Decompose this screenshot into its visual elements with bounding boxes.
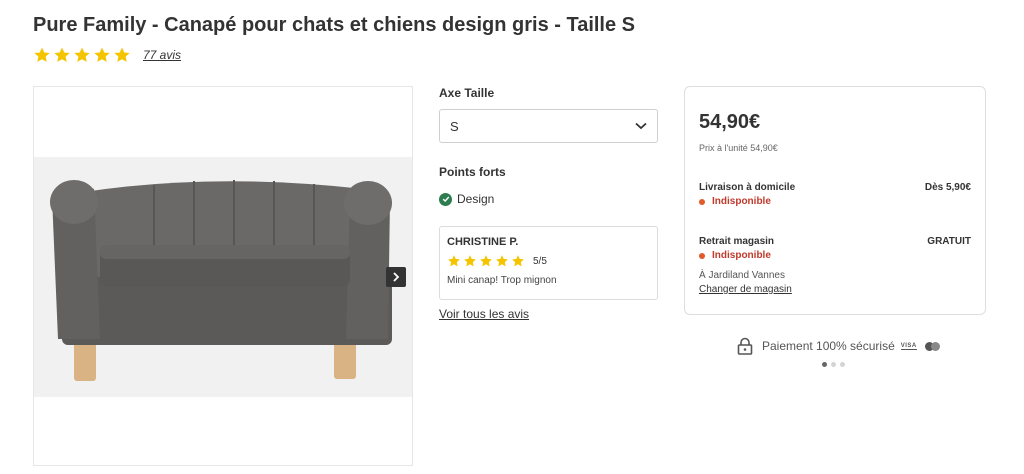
chevron-right-icon [393, 272, 400, 282]
delivery-status: Indisponible [699, 196, 771, 207]
status-dot-icon [699, 252, 705, 259]
status-dot-icon [699, 198, 705, 205]
delivery-price: Dès 5,90€ [924, 182, 971, 193]
pickup-status: Indisponible [699, 250, 771, 261]
carousel-dot[interactable] [840, 362, 845, 367]
product-rating: 77 avis [33, 46, 181, 64]
size-select-value: S [450, 118, 459, 134]
secure-payment: Paiement 100% sécurisé VISA [737, 337, 940, 355]
delivery-title: Livraison à domicile [699, 182, 796, 193]
star-icon [54, 47, 70, 62]
reviews-count-link[interactable]: 77 avis [143, 48, 181, 62]
review-text: Mini canap! Trop mignon [447, 275, 557, 286]
product-image-panel [33, 86, 413, 466]
unit-price: Prix à l'unité 54,90€ [699, 143, 778, 153]
review-card: CHRISTINE P. 5/5 Mini canap! Trop mignon [439, 226, 658, 300]
rating-stars [33, 46, 131, 64]
visa-icon: VISA [900, 342, 917, 350]
star-icon [114, 47, 130, 62]
product-price: 54,90€ [699, 111, 761, 133]
delivery-status-text: Indisponible [712, 196, 771, 207]
highlights-label: Points forts [439, 165, 506, 179]
delivery-row: Livraison à domicile Dès 5,90€ [699, 182, 971, 193]
product-options-column: Axe Taille S Points forts Design CHRISTI… [439, 86, 658, 323]
star-icon [94, 47, 110, 62]
review-author: CHRISTINE P. [447, 236, 519, 248]
pickup-status-text: Indisponible [712, 250, 771, 261]
pickup-price: GRATUIT [927, 236, 971, 247]
pickup-row: Retrait magasin GRATUIT [699, 236, 971, 247]
review-score: 5/5 [533, 255, 547, 267]
product-title: Pure Family - Canapé pour chats et chien… [33, 14, 636, 36]
carousel-dots [822, 362, 845, 367]
star-icon [34, 47, 50, 62]
pickup-title: Retrait magasin [699, 236, 775, 247]
secure-payment-text: Paiement 100% sécurisé [762, 339, 895, 353]
size-select[interactable]: S [439, 109, 658, 143]
change-store-link[interactable]: Changer de magasin [699, 284, 792, 295]
next-image-button[interactable] [386, 267, 406, 287]
all-reviews-link[interactable]: Voir tous les avis [439, 307, 529, 321]
mastercard-icon [924, 341, 940, 351]
star-icon [496, 255, 508, 267]
star-icon [512, 255, 524, 267]
product-image [50, 180, 392, 381]
star-icon [480, 255, 492, 267]
price-card: 54,90€ Prix à l'unité 54,90€ Livraison à… [684, 86, 986, 315]
review-rating: 5/5 [447, 254, 650, 268]
carousel-dot[interactable] [831, 362, 836, 367]
star-icon [464, 255, 476, 267]
chevron-down-icon [635, 122, 647, 130]
size-label: Axe Taille [439, 86, 495, 100]
highlight-label: Design [457, 192, 495, 206]
check-icon [439, 192, 452, 206]
star-icon [448, 255, 460, 267]
lock-icon [737, 337, 753, 355]
highlight-item: Design [439, 192, 658, 206]
carousel-dot[interactable] [822, 362, 827, 367]
star-icon [74, 47, 90, 62]
store-name: À Jardiland Vannes [699, 270, 785, 281]
